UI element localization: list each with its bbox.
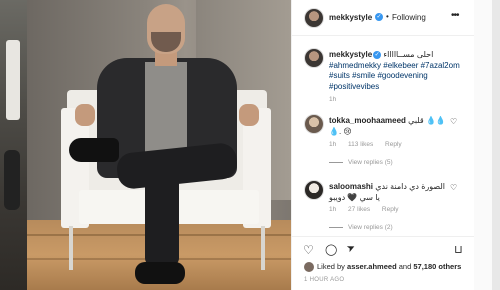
previous-post-image-part [4, 150, 20, 210]
commenter-avatar[interactable] [304, 180, 324, 200]
comment-reply-button[interactable]: Reply [385, 141, 402, 148]
comment-time[interactable]: 1h [329, 206, 336, 213]
comment-text: tokka_moohaameed قلبي 💧💧💧. 😢 [329, 116, 447, 137]
previous-post-peek[interactable] [0, 0, 27, 290]
commenter-avatar[interactable] [304, 114, 324, 134]
view-replies-link[interactable]: View replies (2) [329, 224, 393, 231]
likes-summary: Liked by asser.ahmeed and 57,180 others [304, 262, 461, 273]
photo-person-shoe [69, 138, 119, 162]
author-username[interactable]: mekkystyle [329, 13, 372, 22]
comment-like-heart-icon[interactable]: ♡ [450, 183, 457, 192]
comment-bubble-icon[interactable]: ◯ [325, 243, 337, 256]
commenter-username[interactable]: saloomashi [329, 182, 373, 191]
scrollbar[interactable] [492, 0, 500, 290]
photo-person-hand [75, 104, 95, 126]
author-avatar[interactable] [304, 8, 324, 28]
verified-badge-icon: ✓ [373, 50, 382, 59]
save-bookmark-icon[interactable]: ⊓ [454, 243, 463, 256]
liker-avatar[interactable] [304, 262, 314, 273]
verified-badge-icon: ✓ [375, 13, 383, 21]
following-button[interactable]: Following [392, 13, 426, 22]
likes-prefix: Liked by [317, 262, 345, 271]
more-options-icon[interactable]: ••• [451, 10, 459, 21]
page-right-edge [474, 0, 500, 290]
caption-time[interactable]: 1h [329, 96, 336, 103]
liker-username[interactable]: asser.ahmeed [347, 262, 397, 271]
post-sidebar: mekkystyle ✓ • Following ••• mekkystyle ✓… [291, 0, 475, 290]
photo-person-leg [145, 170, 179, 266]
caption-hashtags[interactable]: #ahmedmekky #elkebeer #7azal2om #suits #… [329, 61, 460, 91]
post-timestamp[interactable]: 1 HOUR AGO [304, 277, 344, 283]
comment-text: saloomashi الصورة دي دامنة ندي يا سي 🖤 د… [329, 182, 447, 203]
comment-emoji: 😢 [343, 126, 352, 136]
caption-username[interactable]: mekkystyle [329, 50, 372, 59]
caption-body: احلى مســاااااء [383, 50, 434, 59]
comment-meta: 1h 27 likes Reply [329, 206, 409, 213]
separator-dot: • [386, 12, 389, 21]
comment-reply-button[interactable]: Reply [382, 206, 399, 213]
post-header: mekkystyle ✓ • Following ••• [292, 0, 475, 36]
likes-and: and [398, 262, 412, 271]
caption-author-avatar[interactable] [304, 48, 324, 68]
comment-like-heart-icon[interactable]: ♡ [450, 117, 457, 126]
photo-chair-leg [261, 226, 265, 270]
comment-likes-count[interactable]: 27 likes [348, 206, 370, 213]
previous-post-image-part [6, 40, 20, 120]
photo-person-hand [239, 104, 259, 126]
comment-time[interactable]: 1h [329, 141, 336, 148]
photo-person-shirt [145, 62, 187, 152]
photo-person-shoe [135, 262, 185, 284]
share-send-icon[interactable]: ➤ [345, 242, 357, 256]
post-photo[interactable] [27, 0, 291, 290]
post-actions: ♡ ◯ ➤ ⊓ [292, 236, 475, 257]
photo-chair-leg [69, 226, 73, 270]
like-heart-icon[interactable]: ♡ [303, 243, 314, 257]
caption-text-block: mekkystyle ✓ احلى مســاااااء #ahmedmekky … [329, 50, 469, 92]
commenter-username[interactable]: tokka_moohaameed [329, 116, 406, 125]
likes-others-count[interactable]: 57,180 others [413, 262, 461, 271]
view-replies-link[interactable]: View replies (5) [329, 159, 393, 166]
comment-likes-count[interactable]: 113 likes [348, 141, 373, 148]
comment-meta: 1h 113 likes Reply [329, 141, 412, 148]
